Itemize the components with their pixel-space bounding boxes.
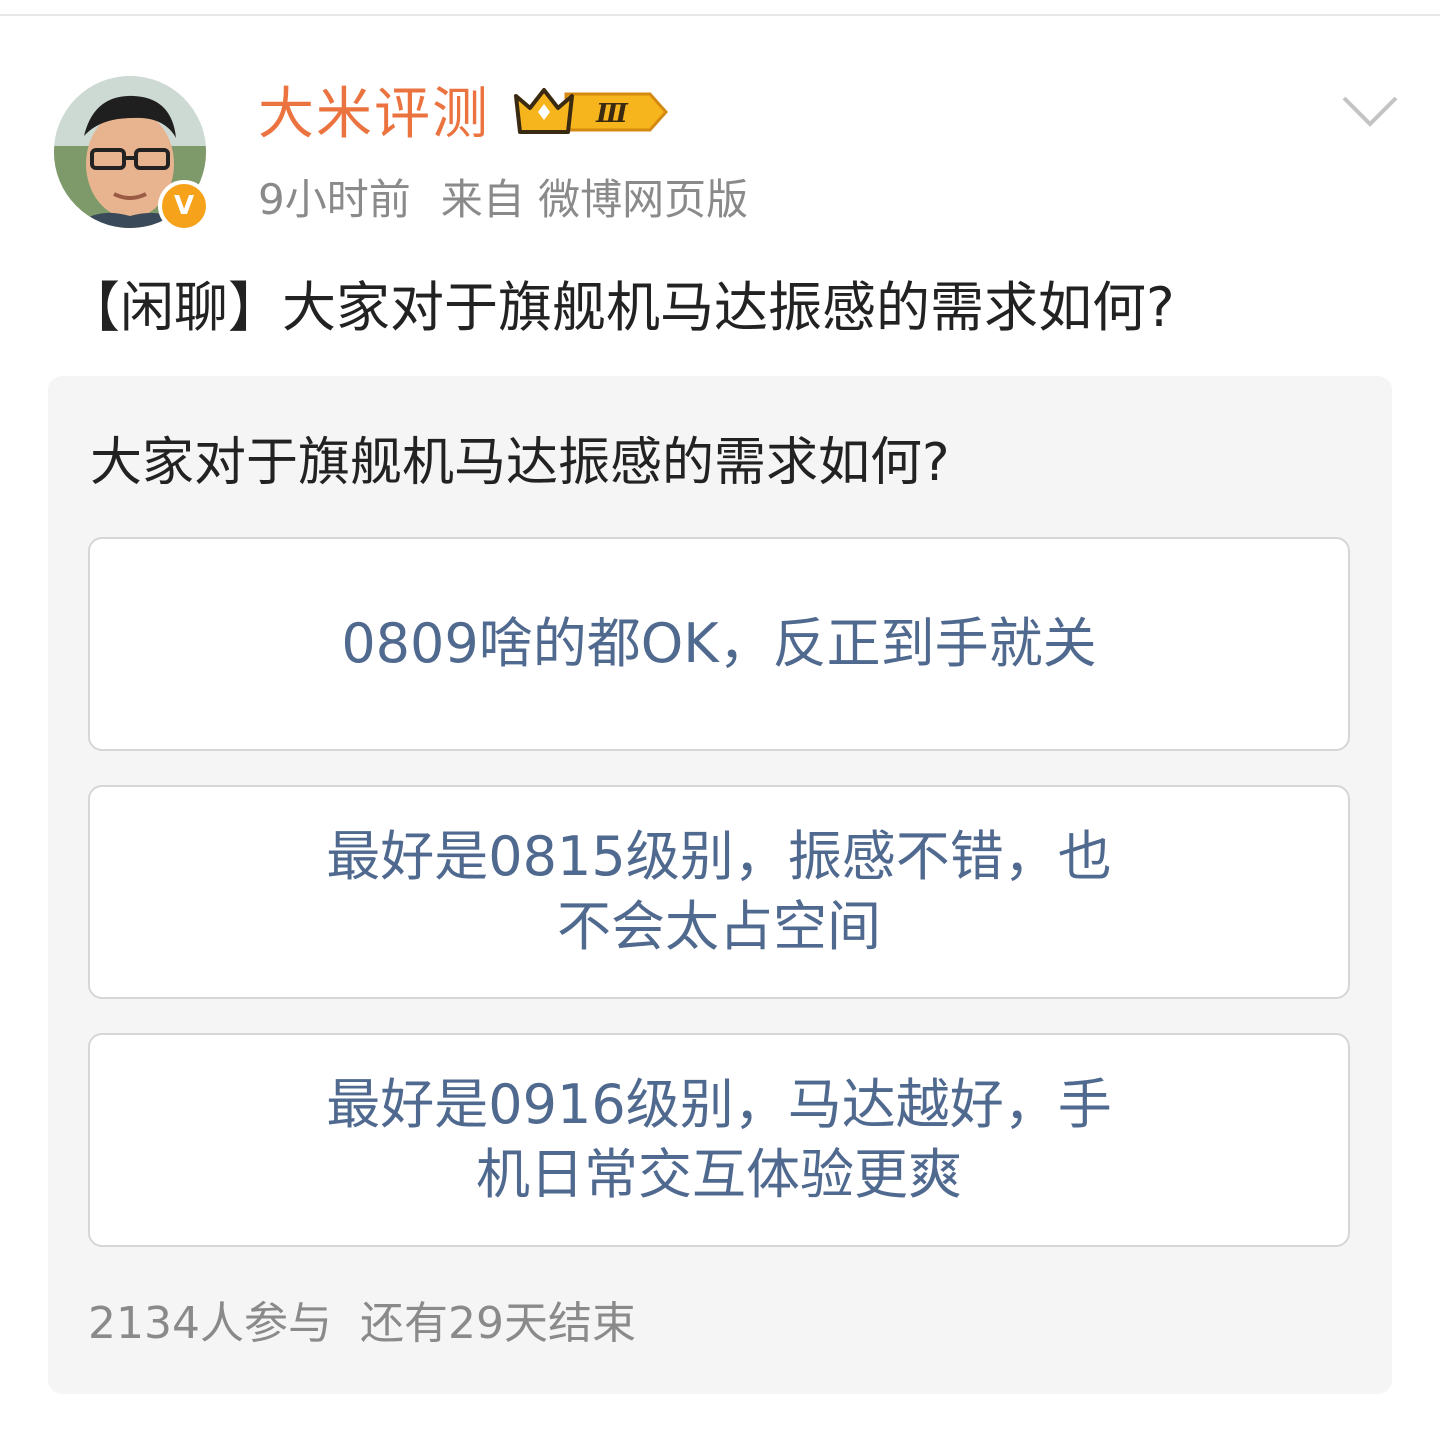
poll-option-3-label: 最好是0916级别，马达越好，手 机日常交互体验更爽 <box>289 1070 1149 1210</box>
post-meta: 9小时前 来自 微博网页版 <box>258 170 748 230</box>
poll-card: 大家对于旗舰机马达振感的需求如何? 0809啥的都OK，反正到手就关 最好是08… <box>48 376 1392 1394</box>
poll-option-2[interactable]: 最好是0815级别，振感不错，也 不会太占空间 <box>88 785 1350 999</box>
verified-v-icon: V <box>158 180 210 232</box>
poll-option-2-line-2: 不会太占空间 <box>557 895 881 958</box>
post-text: 【闲聊】大家对于旗舰机马达振感的需求如何? <box>66 276 1175 339</box>
badge-level: Ⅲ <box>595 99 629 129</box>
poll-remaining: 还有29天结束 <box>359 1298 636 1349</box>
poll-option-3-line-2: 机日常交互体验更爽 <box>476 1143 962 1206</box>
poll-option-2-label: 最好是0815级别，振感不错，也 不会太占空间 <box>289 822 1149 962</box>
poll-option-2-line-1: 最好是0815级别，振感不错，也 <box>326 825 1112 888</box>
post-time: 9小时前 <box>258 175 411 224</box>
post-source[interactable]: 来自 微博网页版 <box>441 175 748 224</box>
poll-option-3[interactable]: 最好是0916级别，马达越好，手 机日常交互体验更爽 <box>88 1033 1350 1247</box>
top-divider <box>0 14 1440 16</box>
poll-participants: 2134人参与 <box>88 1298 332 1349</box>
poll-option-3-line-1: 最好是0916级别，马达越好，手 <box>326 1073 1112 1136</box>
username[interactable]: 大米评测 <box>258 80 490 150</box>
chevron-down-icon[interactable] <box>1340 92 1400 132</box>
poll-option-1[interactable]: 0809啥的都OK，反正到手就关 <box>88 537 1350 751</box>
crown-badge-icon[interactable]: Ⅲ <box>510 82 668 142</box>
poll-option-1-label: 0809啥的都OK，反正到手就关 <box>341 612 1097 675</box>
poll-footer: 2134人参与 还有29天结束 <box>88 1294 636 1354</box>
poll-title: 大家对于旗舰机马达振感的需求如何? <box>90 433 950 493</box>
